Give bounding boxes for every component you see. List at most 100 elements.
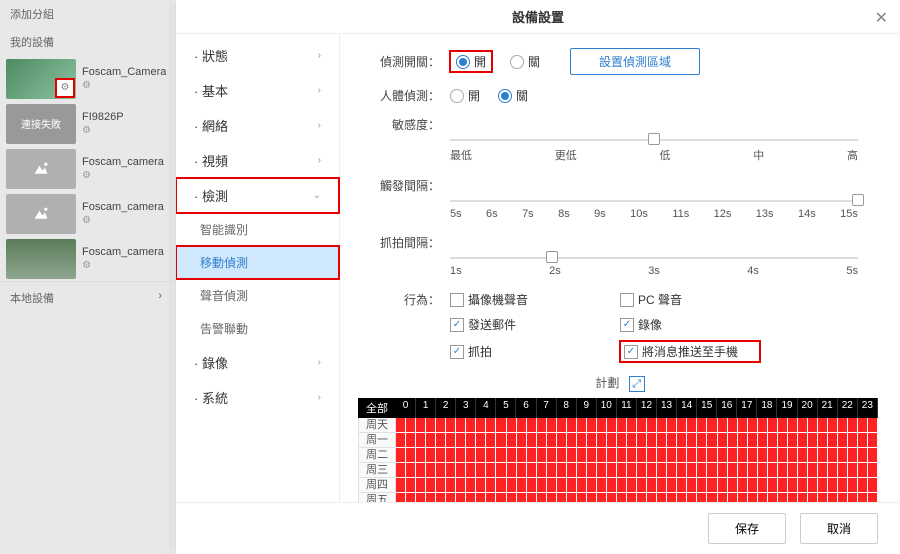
schedule-cell[interactable]: [416, 478, 426, 493]
schedule-cell[interactable]: [818, 433, 828, 448]
hour-header-cell[interactable]: 19: [777, 398, 797, 418]
schedule-cell[interactable]: [587, 493, 597, 502]
schedule-cell[interactable]: [637, 448, 647, 463]
action-push-to-phone[interactable]: 將消息推送至手機: [620, 341, 760, 362]
schedule-cell[interactable]: [547, 463, 557, 478]
schedule-cell[interactable]: [808, 418, 818, 433]
schedule-cell[interactable]: [798, 493, 808, 502]
schedule-cell[interactable]: [597, 493, 607, 502]
schedule-cell[interactable]: [667, 418, 677, 433]
schedule-cell[interactable]: [647, 448, 657, 463]
schedule-cell[interactable]: [768, 463, 778, 478]
schedule-cell[interactable]: [577, 448, 587, 463]
schedule-cell[interactable]: [446, 418, 456, 433]
schedule-cell[interactable]: [677, 448, 687, 463]
schedule-cell[interactable]: [687, 448, 697, 463]
hour-header-cell[interactable]: 4: [476, 398, 496, 418]
schedule-cell[interactable]: [687, 463, 697, 478]
schedule-cell[interactable]: [697, 433, 707, 448]
schedule-cell[interactable]: [838, 433, 848, 448]
schedule-cell[interactable]: [758, 478, 768, 493]
schedule-cell[interactable]: [456, 478, 466, 493]
schedule-cell[interactable]: [768, 448, 778, 463]
schedule-cell[interactable]: [436, 463, 446, 478]
schedule-cell[interactable]: [677, 418, 687, 433]
schedule-cell[interactable]: [396, 463, 406, 478]
schedule-cell[interactable]: [748, 448, 758, 463]
schedule-cell[interactable]: [607, 448, 617, 463]
local-devices-header[interactable]: 本地設備 ›: [0, 281, 172, 314]
schedule-cell[interactable]: [748, 463, 758, 478]
hour-header-cell[interactable]: 2: [436, 398, 456, 418]
schedule-cell[interactable]: [627, 418, 637, 433]
schedule-cell[interactable]: [758, 433, 768, 448]
hour-header-cell[interactable]: 11: [617, 398, 637, 418]
schedule-cell[interactable]: [778, 448, 788, 463]
schedule-cell[interactable]: [587, 448, 597, 463]
schedule-cell[interactable]: [617, 433, 627, 448]
schedule-cell[interactable]: [456, 463, 466, 478]
schedule-cell[interactable]: [677, 463, 687, 478]
schedule-cell[interactable]: [406, 448, 416, 463]
schedule-cell[interactable]: [808, 478, 818, 493]
schedule-cell[interactable]: [517, 433, 527, 448]
schedule-cell[interactable]: [637, 478, 647, 493]
schedule-cell[interactable]: [557, 418, 567, 433]
schedule-cell[interactable]: [657, 478, 667, 493]
schedule-cell[interactable]: [848, 463, 858, 478]
cancel-button[interactable]: 取消: [800, 513, 878, 544]
schedule-cell[interactable]: [547, 478, 557, 493]
schedule-cell[interactable]: [738, 418, 748, 433]
schedule-cell[interactable]: [486, 448, 496, 463]
schedule-cell[interactable]: [778, 433, 788, 448]
schedule-cell[interactable]: [868, 463, 878, 478]
schedule-cell[interactable]: [798, 418, 808, 433]
schedule-cell[interactable]: [466, 418, 476, 433]
schedule-cell[interactable]: [707, 463, 717, 478]
schedule-cell[interactable]: [647, 493, 657, 502]
device-item[interactable]: 連接失敗FI9826P⚙: [0, 101, 172, 146]
set-detect-area-button[interactable]: 設置偵測區域: [570, 48, 700, 75]
schedule-cell[interactable]: [446, 493, 456, 502]
detect-switch-on[interactable]: 開: [456, 53, 486, 70]
schedule-cell[interactable]: [818, 463, 828, 478]
schedule-cell[interactable]: [828, 418, 838, 433]
hour-header-cell[interactable]: 9: [577, 398, 597, 418]
schedule-cell[interactable]: [697, 493, 707, 502]
schedule-cell[interactable]: [547, 448, 557, 463]
schedule-cell[interactable]: [607, 478, 617, 493]
hour-header-cell[interactable]: 0: [396, 398, 416, 418]
schedule-cell[interactable]: [848, 478, 858, 493]
schedule-cell[interactable]: [697, 463, 707, 478]
schedule-cell[interactable]: [627, 463, 637, 478]
schedule-cell[interactable]: [486, 493, 496, 502]
hour-header-cell[interactable]: 20: [798, 398, 818, 418]
schedule-cell[interactable]: [406, 418, 416, 433]
schedule-cell[interactable]: [667, 448, 677, 463]
schedule-cell[interactable]: [738, 493, 748, 502]
human-detect-off[interactable]: 關: [498, 87, 528, 104]
schedule-cell[interactable]: [577, 418, 587, 433]
schedule-cell[interactable]: [768, 493, 778, 502]
schedule-cell[interactable]: [657, 493, 667, 502]
schedule-cell[interactable]: [818, 418, 828, 433]
schedule-cell[interactable]: [657, 418, 667, 433]
schedule-cell[interactable]: [426, 448, 436, 463]
schedule-cell[interactable]: [446, 478, 456, 493]
schedule-cell[interactable]: [557, 493, 567, 502]
schedule-cell[interactable]: [396, 493, 406, 502]
schedule-cell[interactable]: [486, 478, 496, 493]
schedule-cell[interactable]: [567, 493, 577, 502]
schedule-cell[interactable]: [567, 418, 577, 433]
hour-header-cell[interactable]: 7: [537, 398, 557, 418]
schedule-cell[interactable]: [416, 448, 426, 463]
menu-item[interactable]: · 基本›: [176, 73, 339, 108]
schedule-cell[interactable]: [557, 463, 567, 478]
schedule-cell[interactable]: [818, 493, 828, 502]
schedule-cell[interactable]: [557, 433, 567, 448]
schedule-cell[interactable]: [507, 448, 517, 463]
schedule-cell[interactable]: [446, 448, 456, 463]
schedule-cell[interactable]: [496, 418, 506, 433]
hour-header-cell[interactable]: 12: [637, 398, 657, 418]
schedule-cell[interactable]: [778, 418, 788, 433]
